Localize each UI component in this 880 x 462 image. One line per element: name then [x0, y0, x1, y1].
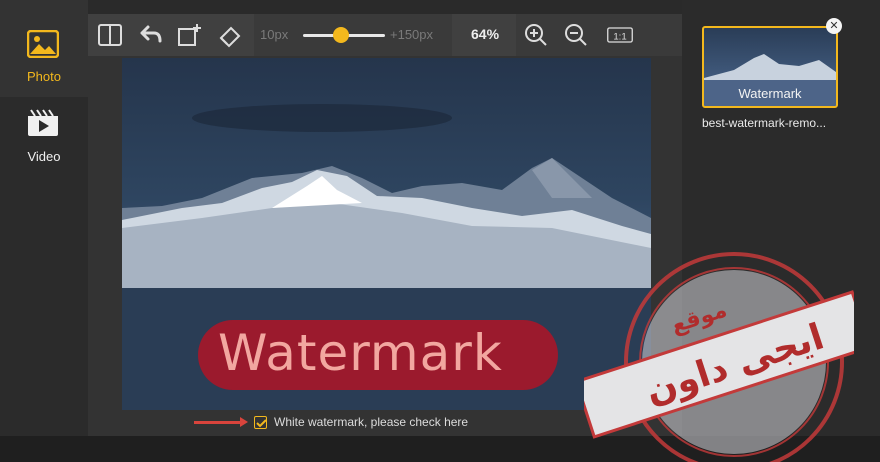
zoom-in-icon	[525, 24, 547, 46]
undo-icon	[140, 25, 162, 43]
hint-arrow	[194, 417, 248, 427]
brush-min-label: 10px	[260, 27, 289, 42]
image-icon	[27, 30, 59, 58]
zoom-percent: 64%	[471, 26, 500, 42]
zoom-out-button[interactable]	[562, 21, 590, 49]
video-icon	[28, 109, 58, 136]
brush-max-label: +150px	[390, 27, 434, 42]
actual-size-label: 1:1	[613, 31, 626, 42]
photo-preview[interactable]: Watermark	[122, 58, 651, 410]
zoom-out-icon	[565, 24, 587, 46]
actual-size-button[interactable]: 1:1	[606, 21, 638, 49]
editor-canvas[interactable]: Watermark White watermark, please check …	[88, 56, 682, 436]
toolbar: 10px +150px 64% 1:1	[88, 14, 682, 56]
zoom-in-button[interactable]	[522, 21, 550, 49]
white-watermark-checkbox[interactable]	[254, 416, 267, 429]
watermark-text: Watermark	[218, 324, 503, 382]
white-watermark-label: White watermark, please check here	[274, 415, 469, 429]
eraser-button[interactable]	[216, 21, 244, 49]
file-thumbnail[interactable]: Watermark	[702, 26, 838, 108]
actual-size-icon: 1:1	[607, 27, 633, 43]
split-view-icon	[98, 24, 122, 46]
checkmark-icon	[256, 419, 267, 428]
sidebar: Photo Video	[0, 0, 88, 436]
brush-size-slider-thumb[interactable]	[333, 27, 349, 43]
bottom-bar	[0, 436, 880, 462]
crop-button[interactable]	[176, 21, 204, 49]
undo-button[interactable]	[136, 21, 164, 49]
sidebar-item-photo[interactable]: Photo	[0, 0, 88, 97]
crop-add-icon	[178, 24, 201, 46]
thumbnail-caption: Watermark	[738, 86, 802, 101]
file-list-panel: Watermark ✕ best-watermark-remo...	[682, 0, 880, 436]
compare-view-button[interactable]	[96, 21, 124, 49]
close-icon[interactable]: ✕	[826, 18, 842, 34]
eraser-icon	[219, 26, 241, 48]
sidebar-item-label: Video	[27, 149, 61, 164]
file-name: best-watermark-remo...	[702, 116, 827, 130]
sidebar-item-video[interactable]: Video	[0, 97, 88, 187]
sidebar-item-label: Photo	[27, 69, 61, 84]
